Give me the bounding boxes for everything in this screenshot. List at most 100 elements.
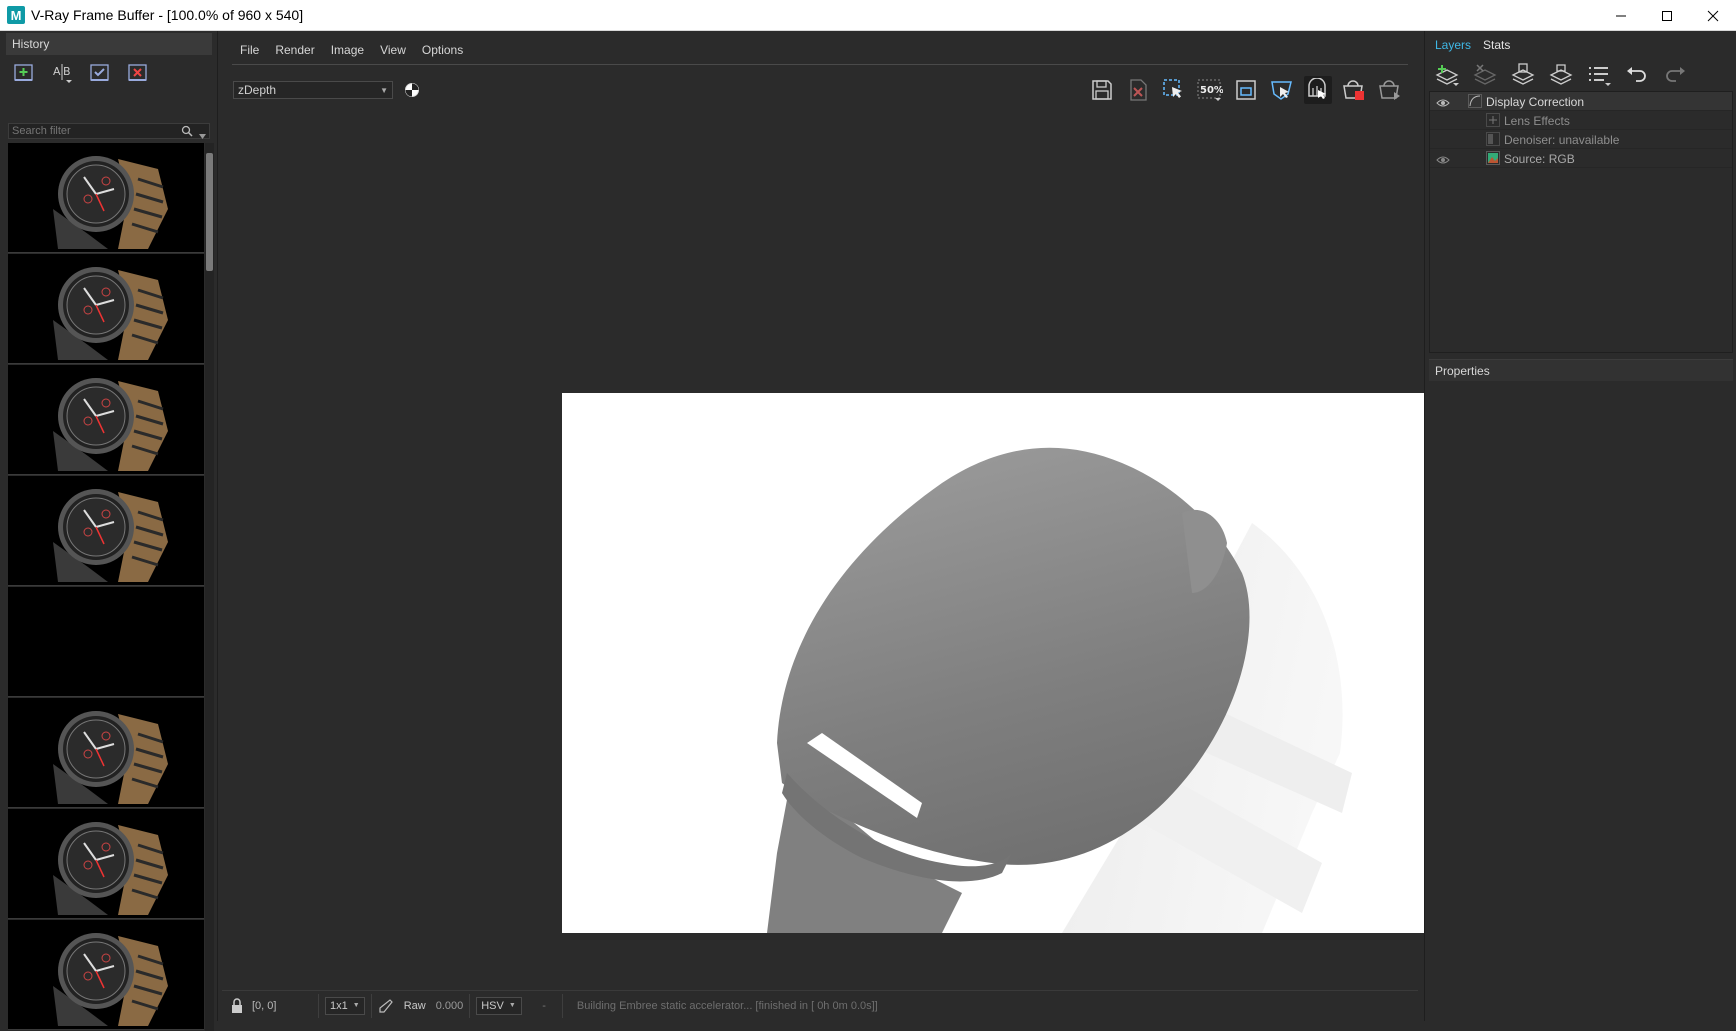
layer-name: Denoiser: unavailable bbox=[1504, 133, 1620, 147]
history-thumbnail[interactable] bbox=[8, 476, 204, 586]
status-divider bbox=[469, 993, 471, 1018]
menu-image[interactable]: Image bbox=[323, 40, 372, 60]
menu-render[interactable]: Render bbox=[267, 40, 322, 60]
history-thumbnail[interactable] bbox=[8, 920, 204, 1030]
chevron-down-icon: ▼ bbox=[380, 86, 388, 95]
save-image-icon[interactable] bbox=[1088, 76, 1116, 104]
pixel-value: 0.000 bbox=[435, 999, 464, 1012]
menu-divider bbox=[232, 64, 1408, 65]
close-icon[interactable] bbox=[1690, 0, 1736, 31]
status-message: Building Embree static accelerator... [f… bbox=[576, 999, 878, 1012]
channel-select[interactable]: zDepth ▼ bbox=[233, 81, 393, 99]
history-thumbnail[interactable] bbox=[8, 698, 204, 808]
status-divider bbox=[318, 993, 319, 1018]
layer-tree: Display Correction Lens Effects Denoiser… bbox=[1429, 91, 1733, 353]
plus-icon bbox=[1486, 113, 1500, 127]
history-scrollbar[interactable] bbox=[205, 143, 214, 1031]
zoom-label: 50% bbox=[1200, 85, 1223, 96]
clear-image-icon[interactable] bbox=[1124, 76, 1152, 104]
image-source-icon bbox=[1486, 151, 1500, 165]
menu-bar: File Render Image View Options bbox=[232, 40, 471, 60]
add-layer-icon[interactable] bbox=[1433, 61, 1461, 89]
load-history-icon[interactable] bbox=[88, 60, 112, 84]
status-bar: [0, 0] 1x1 ▼ Raw 0.000 HSV ▼ - Building Em… bbox=[222, 990, 1418, 1020]
ab-compare-icon[interactable]: AB bbox=[50, 60, 74, 84]
track-mouse-icon[interactable] bbox=[1268, 76, 1296, 104]
layer-display-correction[interactable]: Display Correction bbox=[1430, 92, 1732, 111]
eye-icon[interactable] bbox=[1436, 97, 1450, 107]
window-title: V-Ray Frame Buffer - [100.0% of 960 x 54… bbox=[31, 7, 304, 23]
delete-layer-icon[interactable] bbox=[1471, 61, 1499, 89]
layers-panel: Layers Stats Display Correction Lens Eff… bbox=[1424, 31, 1736, 1021]
menu-options[interactable]: Options bbox=[414, 40, 471, 60]
sample-size-value: 1x1 bbox=[330, 999, 348, 1012]
render-icon[interactable] bbox=[1376, 76, 1404, 104]
load-layer-tree-icon[interactable] bbox=[1547, 61, 1575, 89]
sample-size-select[interactable]: 1x1 ▼ bbox=[325, 996, 365, 1015]
color-channel-icon[interactable] bbox=[404, 82, 420, 98]
chevron-down-icon[interactable] bbox=[199, 128, 206, 142]
chevron-down-icon: ▼ bbox=[508, 1002, 516, 1009]
tab-stats[interactable]: Stats bbox=[1479, 35, 1514, 55]
curve-icon bbox=[1468, 94, 1482, 108]
layer-presets-icon[interactable] bbox=[1585, 61, 1613, 89]
properties-header: Properties bbox=[1429, 359, 1733, 381]
app-logo-icon: M bbox=[7, 6, 25, 24]
history-tab[interactable]: History bbox=[6, 33, 212, 55]
redo-icon[interactable] bbox=[1661, 61, 1689, 89]
color-space-value: HSV bbox=[481, 999, 504, 1012]
history-thumbnail[interactable] bbox=[8, 587, 204, 697]
remove-history-icon[interactable] bbox=[126, 60, 150, 84]
svg-text:A: A bbox=[53, 65, 61, 78]
scroll-handle[interactable] bbox=[206, 153, 213, 271]
save-layer-tree-icon[interactable] bbox=[1509, 61, 1537, 89]
history-thumbnail[interactable] bbox=[8, 809, 204, 919]
history-thumbnail[interactable] bbox=[8, 365, 204, 475]
history-thumbnail[interactable] bbox=[8, 143, 204, 253]
layer-denoiser[interactable]: Denoiser: unavailable bbox=[1430, 130, 1732, 149]
stop-render-icon[interactable] bbox=[1340, 76, 1368, 104]
layer-name: Source: RGB bbox=[1504, 152, 1575, 166]
properties-label: Properties bbox=[1435, 363, 1490, 378]
region-render-icon[interactable] bbox=[1160, 76, 1188, 104]
layer-lens-effects[interactable]: Lens Effects bbox=[1430, 111, 1732, 130]
history-thumbnail[interactable] bbox=[8, 254, 204, 364]
search-input[interactable] bbox=[9, 125, 179, 137]
status-divider bbox=[370, 993, 372, 1018]
history-tab-label: History bbox=[12, 37, 50, 51]
history-panel: History AB bbox=[0, 31, 218, 1031]
render-toolbar: 50% bbox=[1088, 76, 1404, 104]
status-separator: - bbox=[542, 999, 546, 1012]
layer-source-rgb[interactable]: Source: RGB bbox=[1430, 149, 1732, 168]
chevron-down-icon: ▼ bbox=[352, 1002, 360, 1009]
history-list bbox=[8, 143, 204, 1031]
zoom-50-icon[interactable]: 50% bbox=[1196, 76, 1224, 104]
tab-layers[interactable]: Layers bbox=[1431, 35, 1475, 55]
save-to-history-icon[interactable] bbox=[12, 60, 36, 84]
pixel-coords: [0, 0] bbox=[252, 999, 277, 1012]
zdepth-render bbox=[767, 447, 1352, 933]
layer-name: Display Correction bbox=[1486, 95, 1585, 109]
color-space-select[interactable]: HSV ▼ bbox=[476, 996, 523, 1015]
interactive-render-icon[interactable] bbox=[1304, 76, 1332, 104]
status-divider bbox=[561, 993, 563, 1018]
maximize-icon[interactable] bbox=[1644, 0, 1690, 31]
title-bar: M V-Ray Frame Buffer - [100.0% of 960 x … bbox=[0, 0, 1736, 31]
history-search bbox=[8, 123, 210, 139]
minimize-icon[interactable] bbox=[1598, 0, 1644, 31]
render-viewport[interactable] bbox=[222, 110, 1523, 988]
fit-window-icon[interactable] bbox=[1232, 76, 1260, 104]
color-mode: Raw bbox=[403, 999, 426, 1012]
render-image[interactable] bbox=[562, 393, 1523, 933]
undo-icon[interactable] bbox=[1623, 61, 1651, 89]
search-icon[interactable] bbox=[181, 125, 193, 140]
svg-text:B: B bbox=[63, 65, 71, 78]
lock-icon[interactable] bbox=[230, 997, 244, 1014]
color-picker-icon[interactable] bbox=[378, 998, 394, 1014]
denoiser-icon bbox=[1486, 132, 1500, 146]
menu-view[interactable]: View bbox=[372, 40, 414, 60]
layer-name: Lens Effects bbox=[1504, 114, 1570, 128]
menu-file[interactable]: File bbox=[232, 40, 267, 60]
eye-icon[interactable] bbox=[1436, 154, 1450, 164]
channel-value: zDepth bbox=[238, 83, 277, 97]
